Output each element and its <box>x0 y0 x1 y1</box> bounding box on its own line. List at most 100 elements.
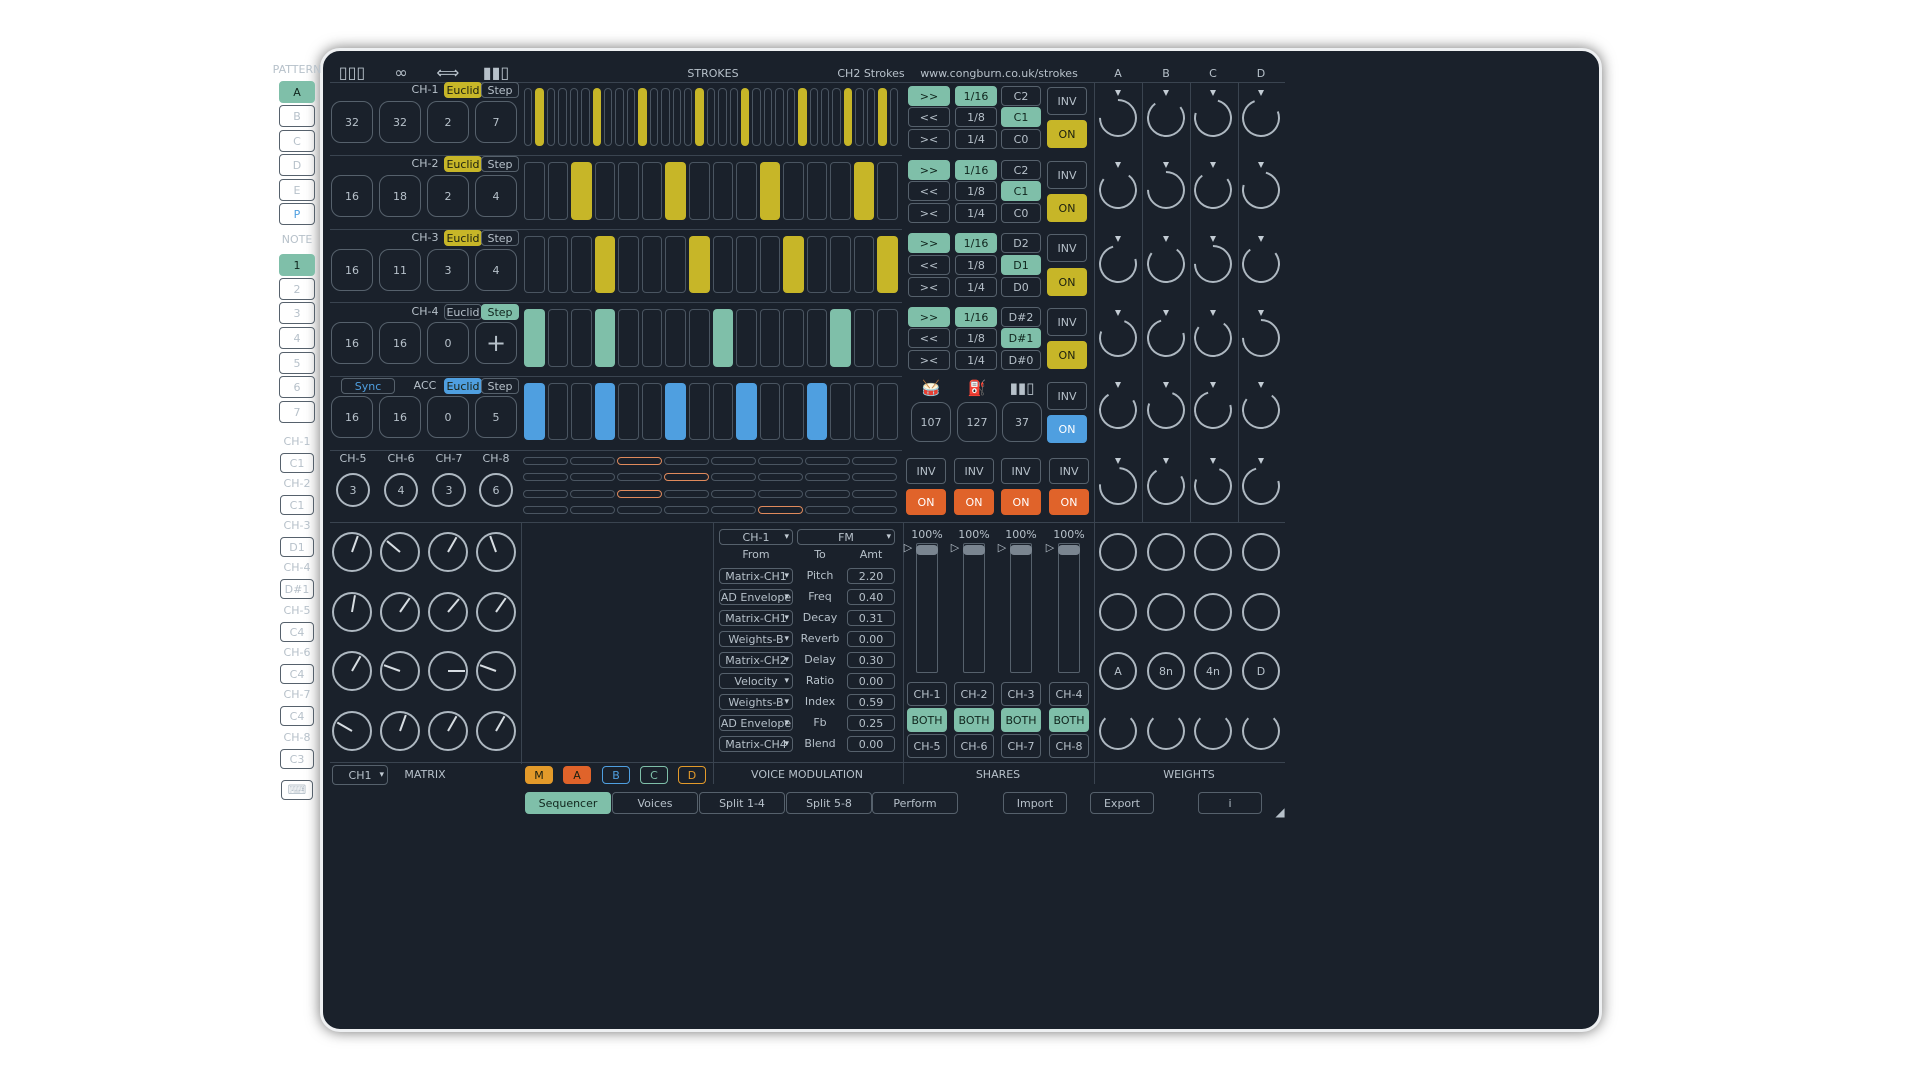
share-fader-0[interactable] <box>916 543 938 673</box>
pattern-0[interactable]: A <box>279 81 315 103</box>
nav-tab-4[interactable]: Perform <box>872 792 958 814</box>
matrix-knob-3-2[interactable] <box>428 711 468 751</box>
note-select-2-1[interactable]: D1 <box>1001 255 1041 275</box>
step-button-1[interactable]: Step <box>481 156 519 172</box>
row0-param-1[interactable]: 32 <box>379 101 421 143</box>
row3-param-1[interactable]: 16 <box>379 322 421 364</box>
weight-label-knob-1[interactable]: 8n <box>1147 652 1185 690</box>
weight-knob-3-1[interactable] <box>1235 164 1287 216</box>
mini-step[interactable] <box>852 506 897 514</box>
keyboard-icon[interactable]: ⌨ <box>281 780 313 800</box>
step-button-2[interactable]: Step <box>481 230 519 246</box>
on-button-2[interactable]: ON <box>1047 268 1087 296</box>
step-cell[interactable] <box>524 309 545 367</box>
share-top-1[interactable]: CH-2 <box>954 682 994 706</box>
vm-from-6[interactable]: Weights-B <box>719 694 793 710</box>
share-bottom-0[interactable]: CH-5 <box>907 734 947 758</box>
step-cell[interactable] <box>665 162 686 220</box>
note-select-1-2[interactable]: C0 <box>1001 203 1041 223</box>
mini-step[interactable] <box>758 506 803 514</box>
step-cell[interactable] <box>688 309 710 367</box>
step-cell[interactable] <box>853 236 875 293</box>
rate-1-1[interactable]: 1/8 <box>955 181 997 201</box>
step-cell[interactable] <box>832 88 841 146</box>
mini-step[interactable] <box>805 473 850 481</box>
shape-knob-2-1[interactable] <box>1194 593 1232 631</box>
step-cell[interactable] <box>547 383 569 440</box>
step-cell[interactable] <box>855 88 864 146</box>
rate-0-0[interactable]: 1/16 <box>955 86 997 106</box>
inv-button-3[interactable]: INV <box>1047 308 1087 336</box>
matrix-knob-3-1[interactable] <box>380 711 420 751</box>
weight-knob-0-3[interactable] <box>1092 312 1144 364</box>
step-cell[interactable] <box>821 88 830 146</box>
step-cell[interactable] <box>618 309 639 367</box>
matrix-knob-0-1[interactable] <box>380 532 420 572</box>
step-cell[interactable] <box>763 88 773 146</box>
row1-param-1[interactable]: 18 <box>379 175 421 217</box>
step-cell[interactable] <box>641 383 663 440</box>
step-cell[interactable] <box>569 88 579 146</box>
step-cell[interactable] <box>665 383 686 440</box>
weight-knob-2-1[interactable] <box>1191 168 1235 212</box>
step-cell[interactable] <box>741 88 750 146</box>
step-cell[interactable] <box>736 383 757 440</box>
share-both-0[interactable]: BOTH <box>907 708 947 732</box>
step-cell[interactable] <box>547 309 569 367</box>
weight-knob-3-0[interactable] <box>1235 92 1287 144</box>
acc-inv-button[interactable]: INV <box>1047 382 1087 410</box>
mini-step[interactable] <box>805 506 850 514</box>
rate-1-0[interactable]: 1/16 <box>955 160 997 180</box>
note-select-3-2[interactable]: D#0 <box>1001 350 1041 370</box>
step-cell[interactable] <box>878 88 887 146</box>
vm-amt-1[interactable]: 0.40 <box>847 589 895 605</box>
matrix-tab-3[interactable]: C <box>640 766 668 784</box>
step-cell[interactable] <box>547 162 569 220</box>
matrix-knob-0-2[interactable] <box>428 532 468 572</box>
euclid-button-2[interactable]: Euclid <box>444 230 482 246</box>
share-top-3[interactable]: CH-4 <box>1049 682 1089 706</box>
direction-2-0[interactable]: >> <box>908 233 950 253</box>
note-select-2-0[interactable]: D2 <box>1001 233 1041 253</box>
euclid-button-3[interactable]: Euclid <box>444 304 482 320</box>
weight-knob-0-1[interactable] <box>1096 168 1140 212</box>
step-cell[interactable] <box>759 162 781 220</box>
direction-0-2[interactable]: >< <box>908 129 950 149</box>
nav-tab-2[interactable]: Split 1-4 <box>699 792 785 814</box>
matrix-knob-1-2[interactable] <box>428 592 468 632</box>
rate-0-1[interactable]: 1/8 <box>955 107 997 127</box>
step-cell[interactable] <box>853 383 875 440</box>
note-2[interactable]: 3 <box>279 302 315 324</box>
step-cell[interactable] <box>736 309 757 367</box>
matrix-knob-1-0[interactable] <box>332 592 372 632</box>
mini-step[interactable] <box>523 506 568 514</box>
weight-knob-0-5[interactable] <box>1091 459 1145 513</box>
mini-inv-0[interactable]: INV <box>906 458 946 484</box>
step-button-4[interactable]: Step <box>481 378 519 394</box>
note-select-1-0[interactable]: C2 <box>1001 160 1041 180</box>
vm-amt-3[interactable]: 0.00 <box>847 631 895 647</box>
matrix-knob-2-3[interactable] <box>476 651 516 691</box>
step-cell[interactable] <box>706 88 716 146</box>
step-cell[interactable] <box>877 309 898 367</box>
sync-button[interactable]: Sync <box>341 378 395 394</box>
step-cell[interactable] <box>889 88 898 146</box>
shape-knob-0-0[interactable] <box>1099 533 1137 571</box>
row3-param-2[interactable]: 0 <box>427 322 469 364</box>
mini-step[interactable] <box>805 457 850 465</box>
direction-0-0[interactable]: >> <box>908 86 950 106</box>
share-both-1[interactable]: BOTH <box>954 708 994 732</box>
mini-step[interactable] <box>523 457 568 465</box>
mini-step[interactable] <box>570 506 615 514</box>
mini-step[interactable] <box>711 473 756 481</box>
vm-from-1[interactable]: AD Envelope <box>719 589 793 605</box>
channel-note-0[interactable]: C1 <box>280 453 314 473</box>
vm-from-2[interactable]: Matrix-CH1 <box>719 610 793 626</box>
weight-knob-1-2[interactable] <box>1144 242 1188 286</box>
step-cell[interactable] <box>683 88 693 146</box>
direction-1-1[interactable]: << <box>908 181 950 201</box>
vm-amt-4[interactable]: 0.30 <box>847 652 895 668</box>
shape-knob-1-0[interactable] <box>1147 533 1185 571</box>
mini-inv-1[interactable]: INV <box>954 458 994 484</box>
weight-knob-3-5[interactable] <box>1235 460 1287 512</box>
